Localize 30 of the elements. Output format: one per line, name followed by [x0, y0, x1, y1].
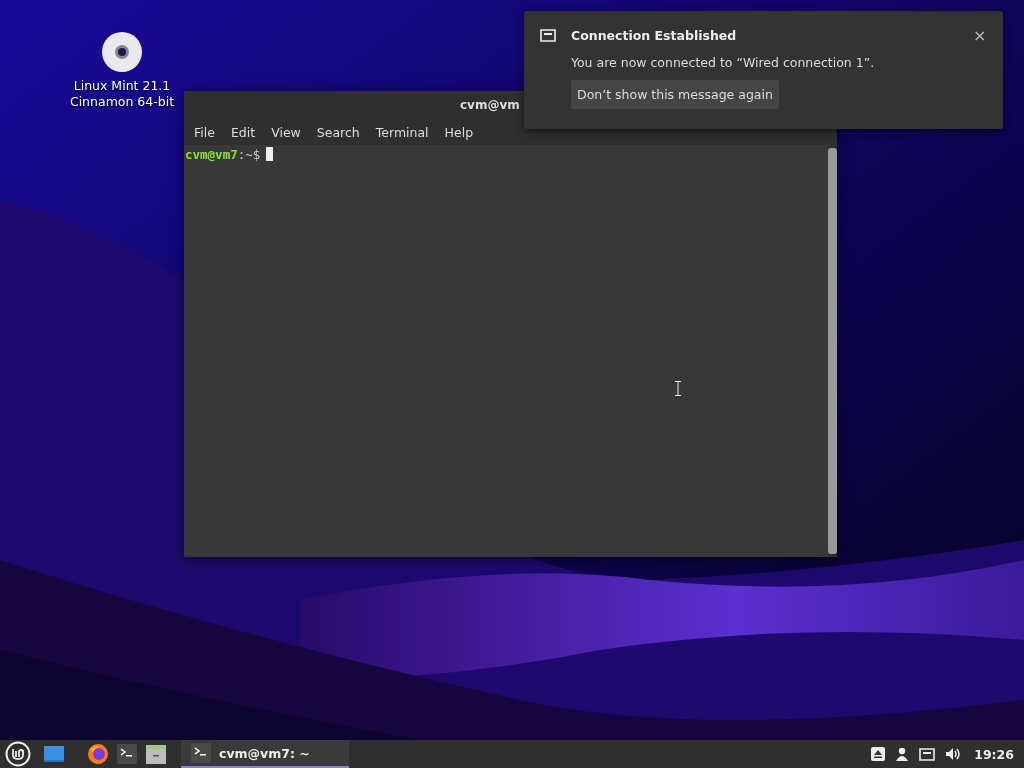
text-cursor-icon [675, 381, 681, 396]
window-title: cvm@vm [460, 98, 520, 112]
notification-title: Connection Established [571, 27, 738, 45]
menu-item[interactable]: File [186, 124, 223, 140]
folder-icon[interactable] [145, 744, 167, 764]
menu-item[interactable]: Terminal [367, 124, 437, 140]
scrollbar[interactable] [828, 145, 837, 557]
text-cursor [266, 147, 274, 161]
terminal-icon[interactable] [117, 744, 137, 764]
menu-item[interactable]: Search [308, 124, 368, 140]
clock[interactable]: 19:26 [974, 746, 1014, 762]
menu-item[interactable]: Help [436, 124, 482, 140]
network-icon [539, 29, 556, 42]
close-button[interactable]: × [973, 27, 987, 45]
menu-icon[interactable] [5, 741, 31, 767]
fox-globe-icon[interactable] [87, 743, 109, 765]
notification-message: You are now connected to “Wired connection 1”. [571, 55, 876, 70]
shell-prompt: cvm@vm7:~$ [185, 147, 261, 162]
terminal-icon [191, 743, 211, 763]
window-button[interactable]: cvm@vm7: ~ [181, 740, 349, 768]
eject-icon[interactable] [871, 747, 886, 761]
desktop-icon-label[interactable]: Linux Mint 21.1 Cinnamon 64-bit [69, 78, 175, 110]
dismiss-button[interactable]: Don’t show this message again [571, 80, 779, 109]
menu-item[interactable]: View [263, 124, 309, 140]
network-icon[interactable] [919, 747, 936, 761]
volume-icon[interactable] [945, 747, 962, 761]
desktop-icon[interactable] [43, 745, 65, 763]
user-icon[interactable] [895, 747, 910, 761]
menu-item[interactable]: Edit [222, 124, 264, 140]
disc-icon[interactable] [102, 32, 142, 72]
